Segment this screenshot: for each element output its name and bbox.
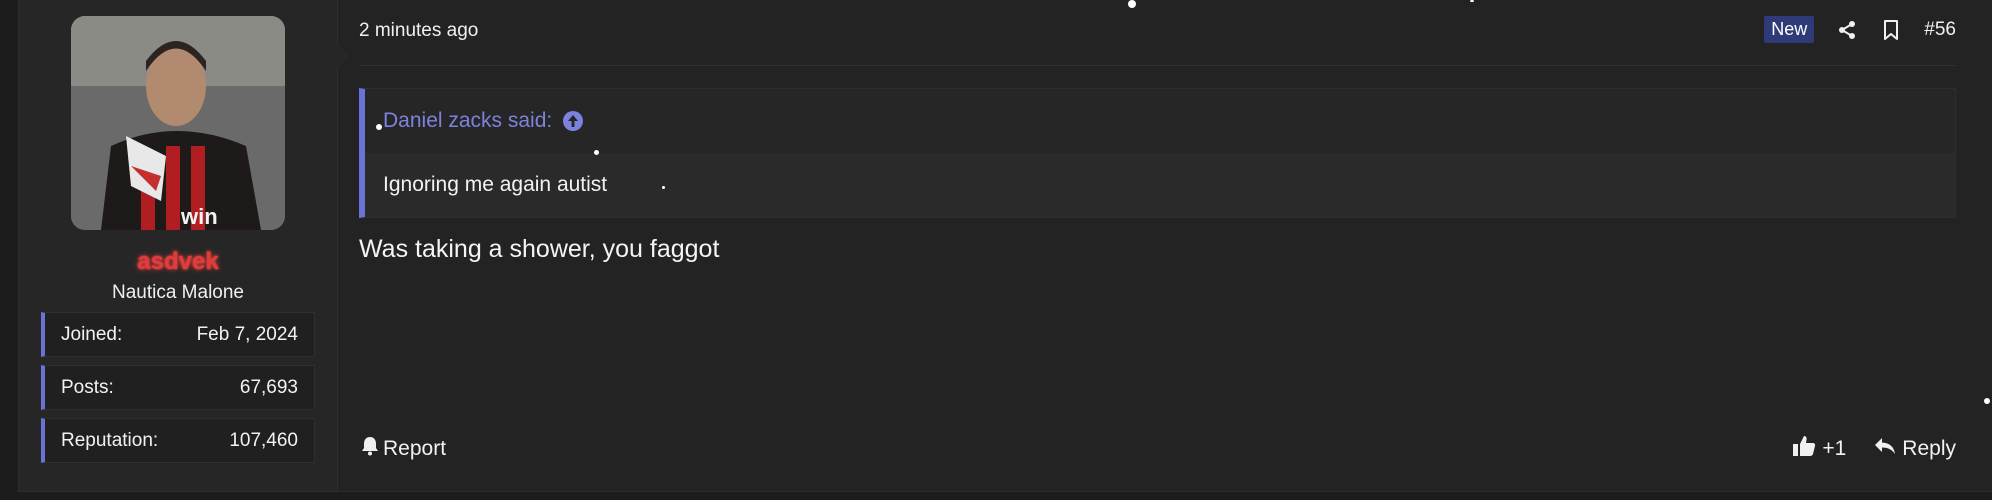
post-header-actions: New #56 bbox=[1764, 16, 1956, 43]
share-icon[interactable] bbox=[1836, 19, 1858, 41]
like-button[interactable]: +1 bbox=[1792, 435, 1846, 463]
snow-particle bbox=[1470, 0, 1474, 2]
snow-particle bbox=[594, 150, 599, 155]
report-label: Report bbox=[383, 437, 447, 460]
reply-label: Reply bbox=[1902, 437, 1956, 460]
bell-icon bbox=[361, 436, 379, 462]
svg-text:win: win bbox=[180, 204, 218, 229]
stat-label: Posts: bbox=[61, 376, 114, 398]
stat-reputation: Reputation: 107,460 bbox=[41, 418, 315, 463]
user-title: Nautica Malone bbox=[111, 282, 245, 303]
avatar[interactable]: win bbox=[71, 16, 285, 230]
like-count: +1 bbox=[1822, 437, 1847, 460]
post-body: Was taking a shower, you faggot bbox=[359, 235, 720, 263]
snow-particle bbox=[376, 124, 382, 130]
post-reactions: +1 Reply bbox=[1792, 435, 1956, 463]
report-link[interactable]: Report bbox=[361, 436, 446, 462]
post-timestamp[interactable]: 2 minutes ago bbox=[359, 20, 478, 42]
snow-particle bbox=[1984, 398, 1990, 404]
stat-posts: Posts: 67,693 bbox=[41, 365, 315, 410]
reply-arrow-icon bbox=[1874, 437, 1896, 461]
post-number[interactable]: #56 bbox=[1924, 19, 1956, 41]
stat-label: Joined: bbox=[61, 323, 123, 345]
snow-particle bbox=[1128, 0, 1136, 8]
post-main: 2 minutes ago New #56 Daniel zacks said:… bbox=[359, 0, 1992, 491]
header-divider bbox=[359, 65, 1956, 66]
snow-particle bbox=[662, 186, 665, 189]
bookmark-icon[interactable] bbox=[1880, 19, 1902, 41]
arrow-up-circle-icon[interactable] bbox=[562, 110, 584, 132]
forum-post: win asdvek Nautica Malone Joined: Feb 7,… bbox=[18, 0, 1992, 492]
stat-joined: Joined: Feb 7, 2024 bbox=[41, 312, 315, 357]
stat-value: 67,693 bbox=[239, 376, 298, 398]
quote-author[interactable]: Daniel zacks said: bbox=[383, 109, 552, 133]
username[interactable]: asdvek bbox=[19, 248, 337, 276]
avatar-image: win bbox=[71, 16, 285, 230]
reply-button[interactable]: Reply bbox=[1874, 437, 1956, 461]
user-sidebar: win asdvek Nautica Malone Joined: Feb 7,… bbox=[19, 0, 350, 491]
thumbs-up-icon bbox=[1792, 435, 1816, 463]
quote-text: Ignoring me again autist bbox=[365, 153, 1955, 217]
stat-label: Reputation: bbox=[61, 429, 159, 451]
stat-value: Feb 7, 2024 bbox=[196, 323, 298, 345]
stat-value: 107,460 bbox=[229, 429, 298, 451]
new-badge: New bbox=[1764, 16, 1815, 43]
quote-header[interactable]: Daniel zacks said: bbox=[365, 89, 1955, 153]
